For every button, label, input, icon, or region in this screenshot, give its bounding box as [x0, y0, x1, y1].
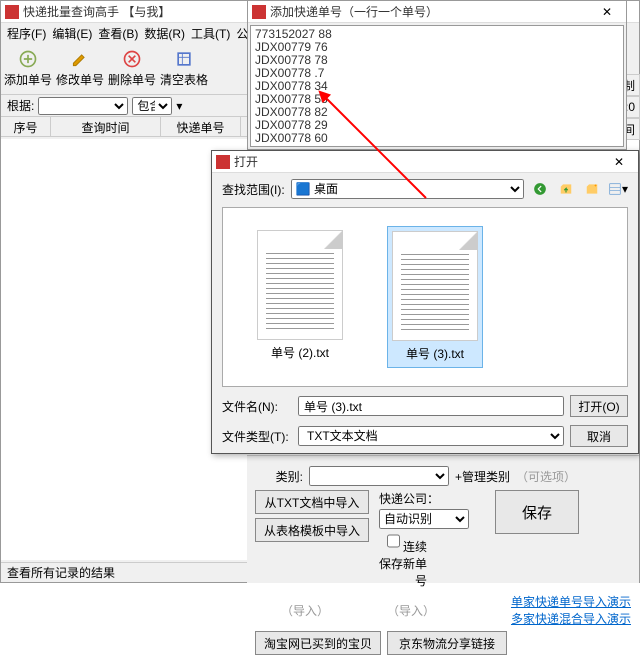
up-folder-icon[interactable]	[556, 179, 576, 199]
filename-label: 文件名(N):	[222, 398, 292, 415]
category-select[interactable]	[309, 466, 449, 486]
col-time[interactable]: 查询时间	[51, 117, 161, 136]
demo-link-single[interactable]: 单家快递单号导入演示	[511, 593, 631, 610]
col-tracking[interactable]: 快递单号	[161, 117, 241, 136]
look-in-label: 查找范围(I):	[222, 181, 285, 198]
save-button[interactable]: 保存	[495, 490, 579, 534]
taobao-button[interactable]: 淘宝网已买到的宝贝	[255, 631, 381, 655]
new-folder-icon[interactable]	[582, 179, 602, 199]
close-icon[interactable]: ✕	[592, 5, 622, 19]
tracking-textarea[interactable]: 773152027 88 JDX00779 76 JDX00778 78 JDX…	[250, 25, 624, 147]
add-label: 添加单号	[4, 71, 52, 88]
add-panel: 类别: +管理类别 （可选项） 从TXT文档中导入 从表格模板中导入 快递公司：…	[247, 455, 639, 583]
look-in-select[interactable]: 🟦 桌面	[291, 179, 524, 199]
courier-select[interactable]: 自动识别	[379, 509, 469, 529]
edit-label: 修改单号	[56, 71, 104, 88]
clear-button[interactable]: 清空表格	[159, 45, 209, 92]
file-name: 单号 (2).txt	[271, 344, 329, 361]
import-hint1: （导入）	[255, 602, 355, 619]
view-menu-icon[interactable]: ▾	[608, 179, 628, 199]
import-hint2: （导入）	[361, 602, 461, 619]
filename-input[interactable]	[298, 396, 564, 416]
open-title: 打开	[234, 153, 604, 170]
courier-label: 快递公司：	[379, 490, 469, 507]
filter-field-select[interactable]	[38, 97, 128, 115]
app-icon	[216, 155, 230, 169]
menu-tools[interactable]: 工具(T)	[191, 25, 230, 41]
optional-hint: （可选项）	[516, 468, 576, 485]
import-template-button[interactable]: 从表格模板中导入	[255, 518, 369, 542]
file-item[interactable]: 单号 (2).txt	[253, 226, 347, 368]
cancel-button[interactable]: 取消	[570, 425, 628, 447]
continuous-save-check[interactable]: 连续保存新单号	[379, 531, 427, 589]
close-icon[interactable]: ✕	[604, 155, 634, 169]
category-label: 类别:	[255, 468, 303, 485]
add-title: 添加快递单号（一行一个单号）	[270, 3, 592, 20]
filter-op-select[interactable]: 包含	[132, 97, 172, 115]
jd-button[interactable]: 京东物流分享链接	[387, 631, 507, 655]
add-button[interactable]: 添加单号	[3, 45, 53, 92]
import-txt-button[interactable]: 从TXT文档中导入	[255, 490, 369, 514]
manage-category[interactable]: +管理类别	[455, 468, 510, 485]
look-in-row: 查找范围(I): 🟦 桌面 ▾	[222, 179, 628, 199]
root-label: 根据:	[7, 97, 34, 114]
col-seq[interactable]: 序号	[1, 117, 51, 136]
menu-edit[interactable]: 编辑(E)	[52, 25, 92, 41]
add-titlebar: 添加快递单号（一行一个单号） ✕	[248, 1, 626, 23]
txt-file-icon	[392, 231, 478, 341]
open-dialog: 打开 ✕ 查找范围(I): 🟦 桌面 ▾ 单号 (2).txt 单号 (3).t…	[211, 150, 639, 454]
delete-button[interactable]: 删除单号	[107, 45, 157, 92]
app-icon	[252, 5, 266, 19]
open-titlebar: 打开 ✕	[212, 151, 638, 173]
delete-label: 删除单号	[108, 71, 156, 88]
app-icon	[5, 5, 19, 19]
menu-program[interactable]: 程序(F)	[7, 25, 46, 41]
open-button[interactable]: 打开(O)	[570, 395, 628, 417]
add-window: 添加快递单号（一行一个单号） ✕ 773152027 88 JDX00779 7…	[247, 0, 627, 150]
file-name: 单号 (3).txt	[406, 345, 464, 362]
file-item-selected[interactable]: 单号 (3).txt	[387, 226, 483, 368]
chevron-down-icon: ▾	[176, 99, 182, 113]
demo-link-multi[interactable]: 多家快递混合导入演示	[511, 610, 631, 627]
edit-button[interactable]: 修改单号	[55, 45, 105, 92]
clear-label: 清空表格	[160, 71, 208, 88]
txt-file-icon	[257, 230, 343, 340]
file-list[interactable]: 单号 (2).txt 单号 (3).txt	[222, 207, 628, 387]
back-icon[interactable]	[530, 179, 550, 199]
filetype-label: 文件类型(T):	[222, 428, 292, 445]
status-text: 查看所有记录的结果	[7, 564, 115, 581]
menu-view[interactable]: 查看(B)	[98, 25, 138, 41]
filetype-select[interactable]: TXT文本文档	[298, 426, 564, 446]
menu-data[interactable]: 数据(R)	[144, 25, 185, 41]
